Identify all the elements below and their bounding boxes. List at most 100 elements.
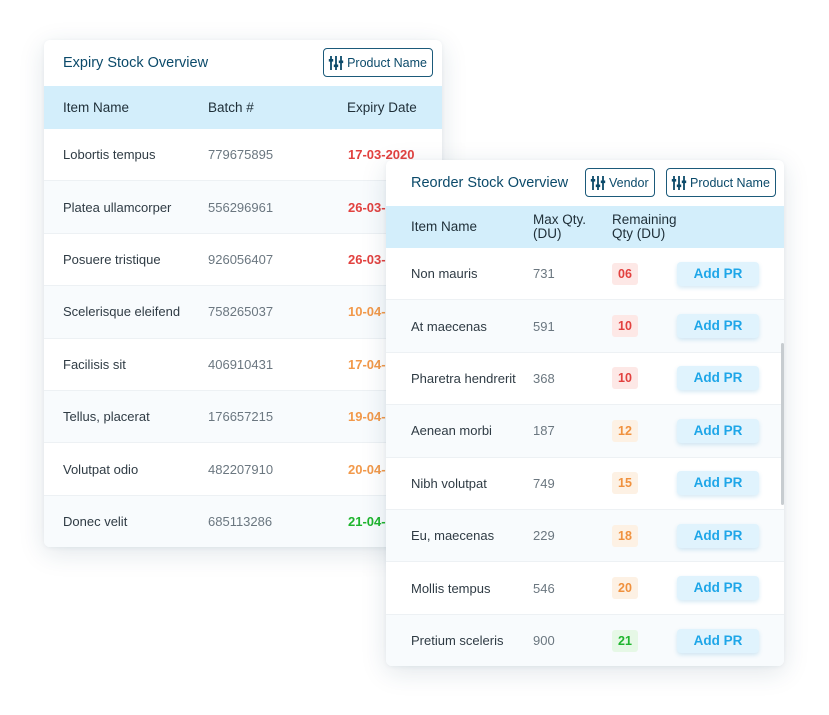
reorder-stock-card: Reorder Stock Overview Vendor Product Na… [386,160,784,666]
item-name: Posuere tristique [63,251,161,267]
remaining-qty-cell: 18 [612,510,638,561]
batch-number: 556296961 [208,199,274,215]
remaining-qty-cell: 12 [612,405,638,456]
item-name: Mollis tempus [411,580,491,596]
reorder-table-header: Item Name Max Qty. (DU) Remaining Qty (D… [386,206,784,248]
batch-number: 779675895 [208,147,274,163]
reorder-scrollbar[interactable] [781,343,784,505]
remaining-qty-cell: 21 [612,615,638,666]
item-name: Non mauris [411,266,478,282]
item-name: Eu, maecenas [411,528,495,544]
remaining-label: Remaining [612,212,677,227]
remaining-qty-cell: 20 [612,562,638,613]
add-pr-button[interactable]: Add PR [677,628,759,653]
batch-number: 926056407 [208,251,274,267]
remaining-qty-cell: 06 [612,248,638,299]
add-pr-button[interactable]: Add PR [677,366,759,391]
max-qty: 591 [533,318,555,334]
reorder-card-title: Reorder Stock Overview [411,175,569,191]
table-row: Pretium sceleris 900 21 Add PR [386,614,784,666]
table-row[interactable]: Lobortis tempus 779675895 17-03-2020 [44,129,442,182]
table-row: Pharetra hendrerit 368 10 Add PR [386,353,784,406]
item-name: Aenean morbi [411,423,492,439]
table-row: Eu, maecenas 229 18 Add PR [386,509,784,563]
column-header-item-name[interactable]: Item Name [63,86,129,129]
batch-number: 758265037 [208,304,274,320]
max-qty-unit: (DU) [533,226,562,241]
table-row[interactable]: Tellus, placerat 176657215 19-04- [44,390,442,444]
max-qty: 749 [533,475,555,491]
expiry-table-header: Item Name Batch # Expiry Date [44,86,442,129]
table-row: At maecenas 591 10 Add PR [386,300,784,353]
product-name-filter-button[interactable]: Product Name [666,168,776,197]
remaining-qty-badge: 06 [612,262,638,285]
expiry-stock-card: Expiry Stock Overview Product Name Item … [44,40,442,547]
table-row[interactable]: Facilisis sit 406910431 17-04- [44,339,442,391]
table-row: Nibh volutpat 749 15 Add PR [386,458,784,510]
expiry-date: 26-03- [348,251,386,267]
add-pr-button[interactable]: Add PR [677,471,759,496]
table-row[interactable]: Posuere tristique 926056407 26-03- [44,234,442,287]
sliders-icon [590,175,606,190]
remaining-qty-cell: 10 [612,300,638,351]
remaining-qty-badge: 18 [612,524,638,547]
column-header-expiry-date[interactable]: Expiry Date [347,86,417,129]
table-row[interactable]: Scelerisque eleifend 758265037 10-04- [44,286,442,339]
max-qty: 900 [533,633,555,649]
table-row: Non mauris 731 06 Add PR [386,248,784,301]
item-name: Tellus, placerat [63,409,150,425]
table-row: Aenean morbi 187 12 Add PR [386,405,784,458]
expiry-card-header: Expiry Stock Overview Product Name [44,40,442,86]
table-row[interactable]: Platea ullamcorper 556296961 26-03- [44,181,442,234]
remaining-unit: Qty (DU) [612,226,666,241]
add-pr-button[interactable]: Add PR [677,314,759,339]
add-pr-button[interactable]: Add PR [677,523,759,548]
remaining-qty-cell: 10 [612,353,638,404]
remaining-qty-badge: 15 [612,472,638,495]
reorder-table-body: Non mauris 731 06 Add PR At maecenas 591 10 Add… [386,248,784,666]
table-row[interactable]: Volutpat odio 482207910 20-04- [44,443,442,496]
add-pr-button[interactable]: Add PR [677,261,759,286]
max-qty: 731 [533,266,555,282]
action-cell: Add PR [677,353,759,404]
item-name: Facilisis sit [63,356,126,372]
sliders-icon [328,55,344,70]
max-qty: 229 [533,528,555,544]
column-header-batch[interactable]: Batch # [208,86,254,129]
expiry-table-body: Lobortis tempus 779675895 17-03-2020 Platea… [44,129,442,547]
column-header-remaining-qty[interactable]: Remaining Qty (DU) [612,206,677,248]
expiry-date: 10-04- [348,304,386,320]
remaining-qty-badge: 10 [612,315,638,338]
item-name: Scelerisque eleifend [63,304,181,320]
expiry-card-title: Expiry Stock Overview [63,55,209,71]
item-name: Donec velit [63,514,128,530]
batch-number: 176657215 [208,409,274,425]
expiry-date: 26-03- [348,199,386,215]
product-name-filter-button[interactable]: Product Name [323,48,433,77]
product-name-filter-label: Product Name [347,55,427,70]
batch-number: 406910431 [208,356,274,372]
item-name: Platea ullamcorper [63,199,172,215]
expiry-date: 19-04- [348,409,386,425]
vendor-filter-button[interactable]: Vendor [585,168,655,197]
max-qty: 546 [533,580,555,596]
item-name: At maecenas [411,318,487,334]
add-pr-button[interactable]: Add PR [677,418,759,443]
expiry-date: 17-04- [348,356,386,372]
add-pr-button[interactable]: Add PR [677,576,759,601]
reorder-card-header: Reorder Stock Overview Vendor Product Na… [386,160,784,206]
action-cell: Add PR [677,615,759,666]
table-row: Mollis tempus 546 20 Add PR [386,562,784,615]
action-cell: Add PR [677,458,759,509]
table-row[interactable]: Donec velit 685113286 21-04- [44,495,442,547]
item-name: Volutpat odio [63,461,139,477]
column-header-max-qty[interactable]: Max Qty. (DU) [533,206,586,248]
remaining-qty-badge: 20 [612,577,638,600]
sliders-icon [671,175,687,190]
action-cell: Add PR [677,405,759,456]
item-name: Nibh volutpat [411,475,487,491]
remaining-qty-cell: 15 [612,458,638,509]
column-header-item-name[interactable]: Item Name [411,206,477,248]
action-cell: Add PR [677,562,759,613]
batch-number: 685113286 [208,514,273,530]
